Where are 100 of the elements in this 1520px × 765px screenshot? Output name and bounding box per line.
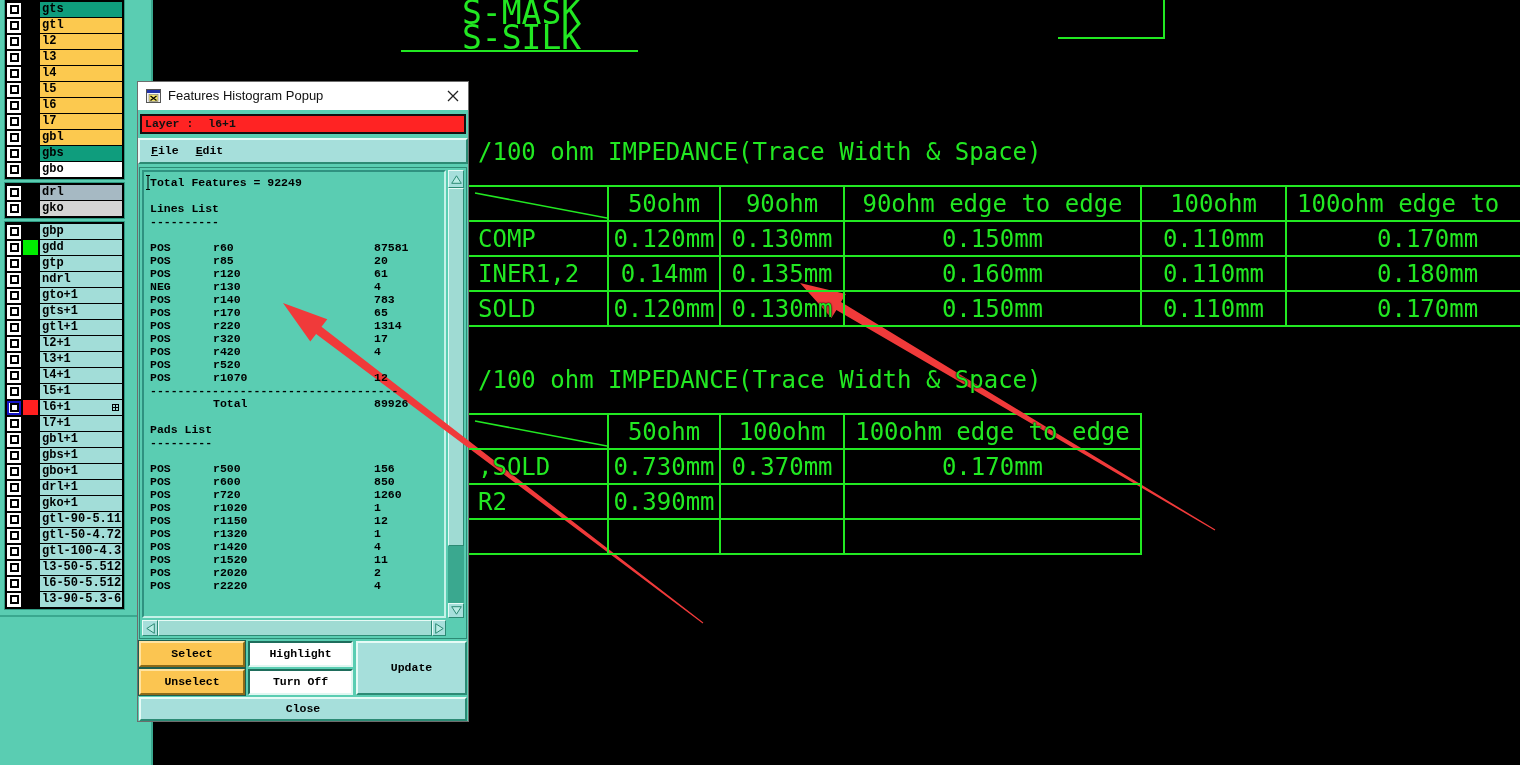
layer-name[interactable]: gbo bbox=[40, 162, 122, 177]
cad-text: S-SILK bbox=[462, 25, 582, 50]
menu-item[interactable]: File bbox=[151, 144, 179, 158]
layer-name[interactable]: l7+1 bbox=[40, 416, 122, 431]
layer-toggle[interactable] bbox=[7, 496, 21, 511]
layer-name[interactable]: drl bbox=[40, 185, 122, 200]
layer-name[interactable]: gbp bbox=[40, 224, 122, 239]
layer-toggle[interactable] bbox=[7, 66, 21, 81]
layer-name[interactable]: l3-90-5.3-6 bbox=[40, 592, 122, 607]
close-button[interactable]: Close bbox=[139, 697, 467, 721]
layer-name[interactable]: l4+1 bbox=[40, 368, 122, 383]
feature-symbol: r1520 bbox=[213, 553, 248, 566]
scroll-down-button[interactable] bbox=[448, 603, 464, 618]
up-arrow-icon bbox=[450, 174, 462, 184]
layer-name[interactable]: gto+1 bbox=[40, 288, 122, 303]
layer-toggle[interactable] bbox=[7, 98, 21, 113]
layer-name[interactable]: gbs+1 bbox=[40, 448, 122, 463]
layer-name[interactable]: gts bbox=[40, 2, 122, 17]
layer-toggle[interactable] bbox=[7, 560, 21, 575]
layer-toggle[interactable] bbox=[7, 320, 21, 335]
feature-polarity: POS bbox=[150, 371, 171, 384]
feature-symbol: r320 bbox=[213, 332, 241, 345]
action-button[interactable]: Select bbox=[139, 641, 245, 667]
layer-toggle[interactable] bbox=[7, 336, 21, 351]
feature-symbol: r2220 bbox=[213, 579, 248, 592]
layer-name[interactable]: l6 bbox=[40, 98, 122, 113]
layer-toggle[interactable] bbox=[7, 512, 21, 527]
feature-polarity: POS bbox=[150, 501, 171, 514]
layer-toggle[interactable] bbox=[7, 464, 21, 479]
layer-name[interactable]: drl+1 bbox=[40, 480, 122, 495]
layer-name[interactable]: ndrl bbox=[40, 272, 122, 287]
feature-count: 12 bbox=[374, 514, 388, 527]
feature-count: 1314 bbox=[374, 319, 402, 332]
layer-toggle[interactable] bbox=[7, 18, 21, 33]
layer-name[interactable]: l3+1 bbox=[40, 352, 122, 367]
layer-name[interactable]: l2+1 bbox=[40, 336, 122, 351]
layer-toggle[interactable] bbox=[7, 448, 21, 463]
layer-name[interactable]: gbs bbox=[40, 146, 122, 161]
layer-name[interactable]: gbl+1 bbox=[40, 432, 122, 447]
layer-toggle[interactable] bbox=[7, 384, 21, 399]
layer-toggle[interactable] bbox=[7, 432, 21, 447]
layer-toggle[interactable] bbox=[7, 528, 21, 543]
layer-toggle[interactable] bbox=[7, 50, 21, 65]
layer-name[interactable]: gtl+1 bbox=[40, 320, 122, 335]
scroll-right-button[interactable] bbox=[432, 620, 446, 636]
layer-toggle[interactable] bbox=[7, 368, 21, 383]
table-cell: 0.120mm bbox=[609, 292, 721, 327]
layer-toggle[interactable] bbox=[7, 162, 21, 177]
layer-name[interactable]: l7 bbox=[40, 114, 122, 129]
layer-toggle[interactable] bbox=[7, 114, 21, 129]
layer-toggle[interactable] bbox=[7, 304, 21, 319]
layer-toggle[interactable] bbox=[7, 400, 21, 415]
layer-toggle[interactable] bbox=[7, 34, 21, 49]
layer-toggle[interactable] bbox=[7, 416, 21, 431]
layer-toggle[interactable] bbox=[7, 82, 21, 97]
layer-toggle[interactable] bbox=[7, 146, 21, 161]
layer-name[interactable]: gko bbox=[40, 201, 122, 216]
action-button[interactable]: Unselect bbox=[139, 669, 245, 695]
layer-toggle[interactable] bbox=[7, 544, 21, 559]
layer-toggle[interactable] bbox=[7, 201, 21, 216]
layer-toggle[interactable] bbox=[7, 592, 21, 607]
menu-item[interactable]: Edit bbox=[195, 144, 224, 158]
scrollbar-thumb[interactable] bbox=[448, 188, 464, 546]
layer-name[interactable]: gtl-50-4.72 bbox=[40, 528, 122, 543]
layer-name[interactable]: gko+1 bbox=[40, 496, 122, 511]
layer-toggle[interactable] bbox=[7, 288, 21, 303]
layer-name[interactable]: gdd bbox=[40, 240, 122, 255]
layer-name[interactable]: l2 bbox=[40, 34, 122, 49]
scroll-left-button[interactable] bbox=[142, 620, 158, 636]
layer-name[interactable]: gtl-90-5.11 bbox=[40, 512, 122, 527]
layer-name[interactable]: gtl bbox=[40, 18, 122, 33]
layer-toggle[interactable] bbox=[7, 2, 21, 17]
layer-toggle[interactable] bbox=[7, 224, 21, 239]
layer-name[interactable]: gts+1 bbox=[40, 304, 122, 319]
layer-name[interactable]: gtp bbox=[40, 256, 122, 271]
layer-name[interactable]: l3 bbox=[40, 50, 122, 65]
layer-name[interactable]: l3-50-5.512 bbox=[40, 560, 122, 575]
layer-toggle[interactable] bbox=[7, 256, 21, 271]
feature-count: 4 bbox=[374, 280, 381, 293]
window-close-button[interactable] bbox=[446, 89, 460, 103]
scroll-up-button[interactable] bbox=[448, 170, 464, 188]
layer-toggle[interactable] bbox=[7, 185, 21, 200]
layer-name[interactable]: l4 bbox=[40, 66, 122, 81]
toggle-button[interactable]: Highlight bbox=[248, 641, 353, 667]
layer-toggle[interactable] bbox=[7, 352, 21, 367]
layer-toggle[interactable] bbox=[7, 576, 21, 591]
dash-rule: --------- bbox=[150, 436, 213, 449]
layer-name[interactable]: l5+1 bbox=[40, 384, 122, 399]
layer-name[interactable]: l6+1 bbox=[40, 400, 122, 415]
layer-name[interactable]: gtl-100-4.3 bbox=[40, 544, 122, 559]
update-button[interactable]: Update bbox=[356, 641, 467, 695]
layer-toggle[interactable] bbox=[7, 272, 21, 287]
layer-name[interactable]: gbl bbox=[40, 130, 122, 145]
toggle-button[interactable]: Turn Off bbox=[248, 669, 353, 695]
layer-name[interactable]: l5 bbox=[40, 82, 122, 97]
layer-toggle[interactable] bbox=[7, 240, 21, 255]
layer-toggle[interactable] bbox=[7, 480, 21, 495]
layer-name[interactable]: l6-50-5.512 bbox=[40, 576, 122, 591]
layer-name[interactable]: gbo+1 bbox=[40, 464, 122, 479]
layer-toggle[interactable] bbox=[7, 130, 21, 145]
